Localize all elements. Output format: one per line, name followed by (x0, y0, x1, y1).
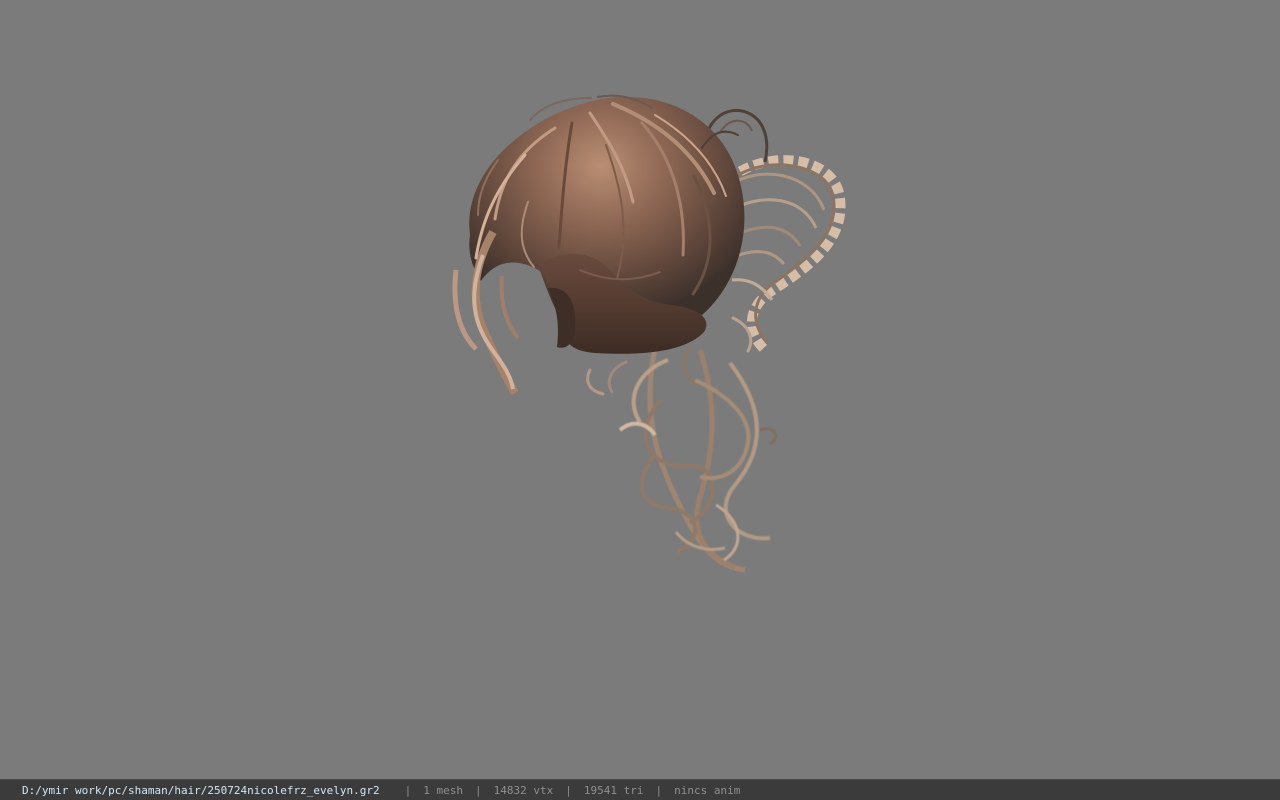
vertex-count: 14832 vtx (493, 783, 554, 797)
status-separator: | (565, 783, 572, 797)
hair-model-render[interactable] (0, 0, 1280, 779)
status-bar: D:/ymir work/pc/shaman/hair/250724nicole… (0, 779, 1280, 800)
status-separator: | (475, 783, 482, 797)
file-path-text: D:/ymir work/pc/shaman/hair/250724nicole… (22, 783, 380, 797)
hair-back-curls (618, 347, 778, 573)
status-separator: | (404, 783, 412, 797)
3d-viewport[interactable] (0, 0, 1280, 779)
triangle-count: 19541 tri (583, 783, 644, 797)
hair-main-volume (452, 96, 745, 396)
animation-status: nincs anim (674, 783, 741, 797)
status-separator: | (655, 783, 663, 797)
mesh-count: 1 mesh (423, 783, 463, 797)
